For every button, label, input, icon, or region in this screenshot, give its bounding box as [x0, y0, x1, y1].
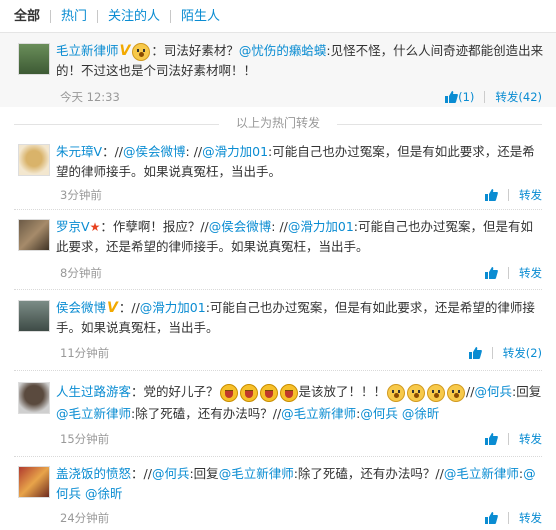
timestamp[interactable]: 11分钟前 [60, 345, 109, 361]
user-name[interactable]: 盖浇饭的愤怒 [56, 466, 131, 481]
member-icon [132, 42, 151, 61]
timestamp[interactable]: 8分钟前 [60, 265, 102, 281]
laugh-emoji-icon [279, 383, 298, 402]
mention-link[interactable]: @滑力加01 [140, 300, 206, 315]
repost-item: 罗京V★：作孽啊！报应？//@侯会微博: //@滑力加01:可能自己也办过冤案，… [0, 211, 556, 287]
thumbs-up-icon[interactable] [485, 433, 498, 445]
repost-button[interactable]: 转发(2) [503, 345, 542, 361]
laugh-emoji-icon [259, 383, 278, 402]
mention-link[interactable]: @徐昕 [85, 486, 123, 501]
mention-link[interactable]: @毛立新律师 [281, 406, 356, 421]
hot-repost-item: 毛立新律师V ：司法好素材？@忧伤的癞蛤蟆:见怪不怪，什么人间奇迹都能创造出来的！… [0, 33, 556, 107]
avatar[interactable] [18, 219, 50, 251]
mention-link[interactable]: @何兵 [474, 384, 512, 399]
laugh-emoji-icon [239, 383, 258, 402]
avatar[interactable] [18, 382, 50, 414]
item-meta: 3分钟前 转发 [60, 187, 542, 207]
mention-link[interactable]: @徐昕 [402, 406, 440, 421]
repost-text: 朱元璋V：//@侯会微博: //@滑力加01:可能自己也办过冤案，但是有如此要求… [56, 144, 535, 179]
mention-link[interactable]: @滑力加01 [202, 144, 268, 159]
repost-text: 盖浇饭的愤怒：//@何兵:回复@毛立新律师:除了死磕，还有办法吗？//@毛立新律… [56, 466, 536, 501]
item-meta: 今天 12:33 (1) 转发(42) [60, 89, 542, 109]
surprised-emoji-icon [447, 383, 466, 402]
item-divider [14, 289, 542, 290]
tab-all[interactable]: 全部 [14, 10, 50, 23]
mention-link[interactable]: @忧伤的癞蛤蟆 [239, 43, 327, 58]
repost-button[interactable]: 转发 [519, 187, 542, 203]
timestamp[interactable]: 今天 12:33 [60, 89, 120, 105]
repost-text: 人生过路游客：党的好儿子？ 是该放了！！！//@何兵:回复@毛立新律师:除了死磕，… [56, 383, 542, 421]
item-divider [14, 370, 542, 371]
mention-link[interactable]: @侯会微博 [209, 219, 272, 234]
user-name[interactable]: 侯会微博 [56, 300, 106, 315]
mention-link[interactable]: @毛立新律师 [219, 466, 294, 481]
repost-item: 侯会微博V：//@滑力加01:可能自己也办过冤案，但是有如此要求，还是希望的律师… [0, 292, 556, 368]
mention-link[interactable]: @毛立新律师 [56, 406, 131, 421]
timestamp[interactable]: 15分钟前 [60, 431, 109, 447]
thumbs-up-icon[interactable] [485, 267, 498, 279]
repost-item: 人生过路游客：党的好儿子？ 是该放了！！！//@何兵:回复@毛立新律师:除了死磕，… [0, 374, 556, 454]
surprised-emoji-icon [387, 383, 406, 402]
thumbs-up-icon[interactable] [468, 347, 482, 359]
repost-button[interactable]: 转发(42) [495, 89, 542, 105]
thumbs-up-icon[interactable] [485, 189, 498, 201]
thumbs-up-icon[interactable] [485, 512, 498, 524]
user-name[interactable]: 人生过路游客 [56, 384, 131, 399]
repost-button[interactable]: 转发 [519, 265, 542, 281]
item-meta: 8分钟前 转发 [60, 265, 542, 285]
surprised-emoji-icon [427, 383, 446, 402]
item-divider [14, 209, 542, 210]
repost-item: 朱元璋V：//@侯会微博: //@滑力加01:可能自己也办过冤案，但是有如此要求… [0, 136, 556, 208]
avatar[interactable] [18, 466, 50, 498]
filter-tabs: 全部 热门 关注的人 陌生人 [0, 0, 556, 33]
mention-link[interactable]: @侯会微博 [123, 144, 186, 159]
item-meta: 24分钟前 转发 [60, 510, 542, 530]
verified-badge-icon: V [119, 43, 131, 59]
avatar[interactable] [18, 43, 50, 75]
avatar[interactable] [18, 144, 50, 176]
repost-text: 毛立新律师V ：司法好素材？@忧伤的癞蛤蟆:见怪不怪，什么人间奇迹都能创造出来的！… [56, 42, 544, 78]
repost-text: 罗京V★：作孽啊！报应？//@侯会微博: //@滑力加01:可能自己也办过冤案，… [56, 219, 534, 254]
repost-text: 侯会微博V：//@滑力加01:可能自己也办过冤案，但是有如此要求，还是希望的律师… [56, 300, 535, 335]
mention-link[interactable]: @何兵 [360, 406, 398, 421]
repost-button[interactable]: 转发 [519, 431, 542, 447]
timestamp[interactable]: 24分钟前 [60, 510, 109, 526]
repost-item: 盖浇饭的愤怒：//@何兵:回复@毛立新律师:除了死磕，还有办法吗？//@毛立新律… [0, 459, 556, 530]
item-meta: 15分钟前 转发 [60, 431, 542, 451]
user-name[interactable]: 朱元璋V [56, 144, 102, 159]
laugh-emoji-icon [219, 383, 238, 402]
star-badge-icon: ★ [89, 220, 101, 234]
repost-button[interactable]: 转发 [519, 510, 542, 526]
tab-hot[interactable]: 热门 [50, 9, 97, 23]
mention-link[interactable]: @何兵 [152, 466, 190, 481]
mention-link[interactable]: @滑力加01 [288, 219, 354, 234]
avatar[interactable] [18, 300, 50, 332]
item-divider [14, 456, 542, 457]
tab-strangers[interactable]: 陌生人 [170, 9, 230, 23]
user-name[interactable]: 毛立新律师 [56, 43, 119, 58]
like-count[interactable]: (1) [458, 90, 474, 104]
mention-link[interactable]: @毛立新律师 [444, 466, 519, 481]
hot-repost-divider: 以上为热门转发 [0, 114, 556, 134]
thumbs-up-icon[interactable] [445, 91, 458, 103]
user-name[interactable]: 罗京V [56, 219, 90, 234]
tab-following[interactable]: 关注的人 [97, 9, 170, 23]
verified-badge-icon: V [107, 300, 118, 316]
item-meta: 11分钟前 转发(2) [60, 345, 542, 365]
timestamp[interactable]: 3分钟前 [60, 187, 102, 203]
surprised-emoji-icon [407, 383, 426, 402]
